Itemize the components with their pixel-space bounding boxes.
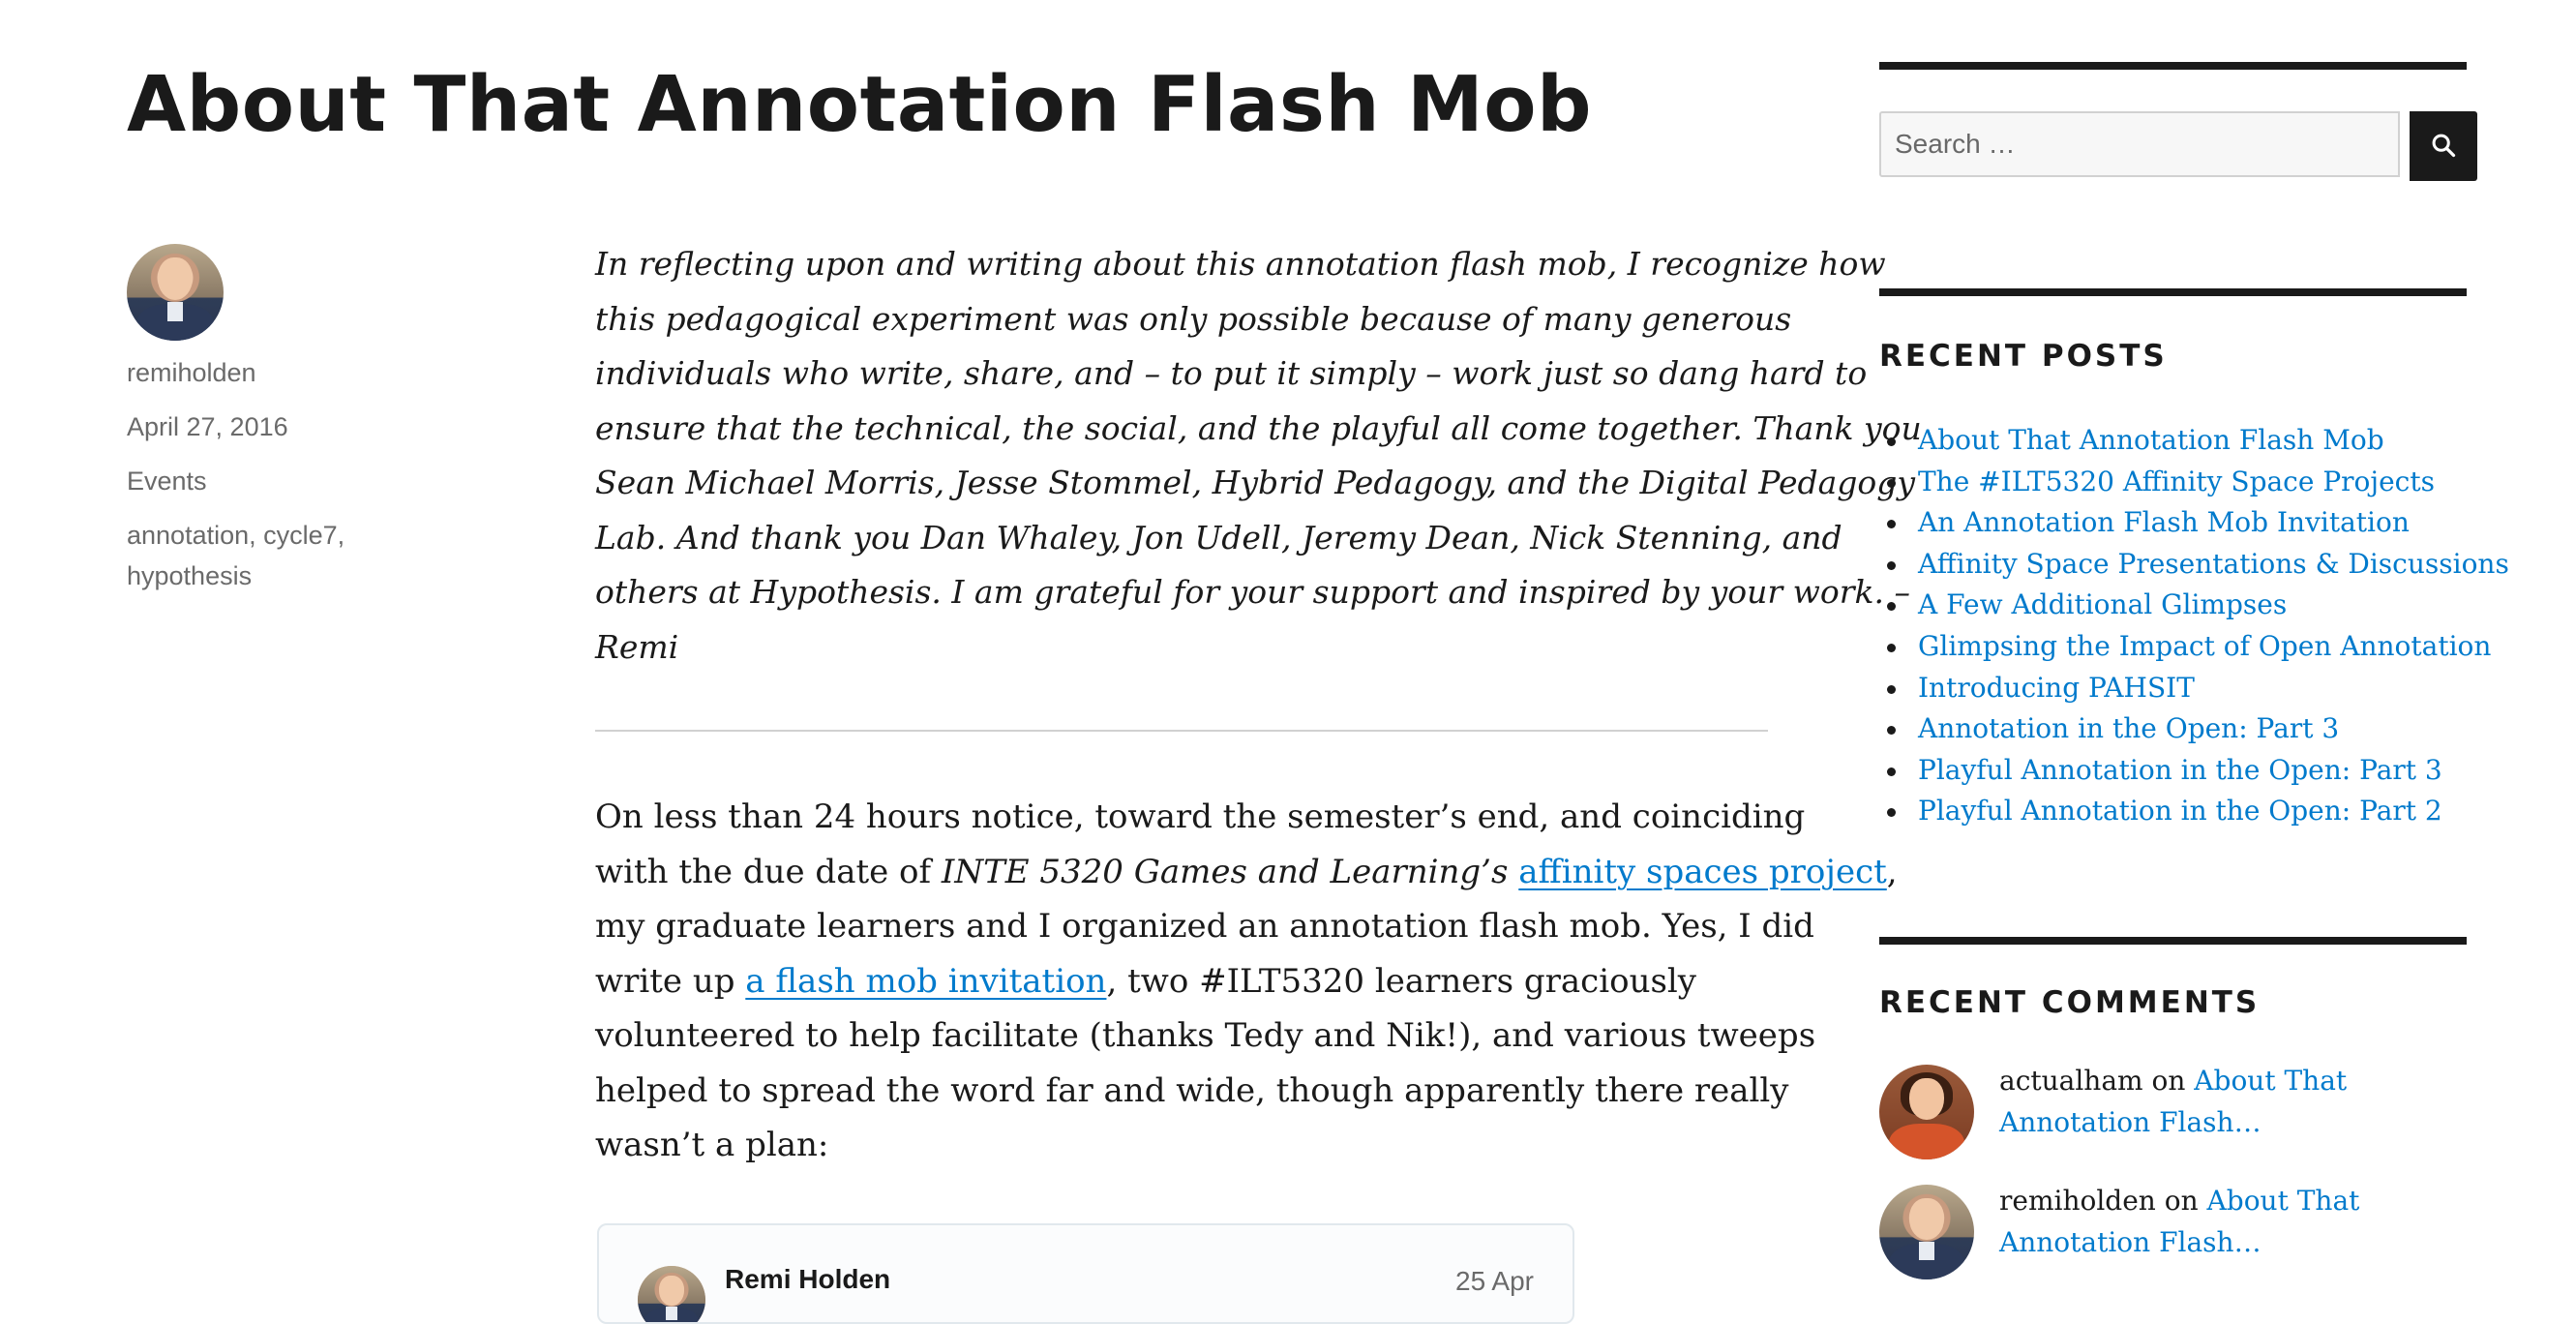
search-input[interactable]	[1879, 111, 2400, 177]
recent-post-item: Glimpsing the Impact of Open Annotation	[1887, 626, 2509, 668]
post-date-link[interactable]: April 27, 2016	[127, 412, 288, 442]
widget-divider	[1879, 62, 2467, 70]
body-text-fragment: with the due date of	[595, 852, 942, 891]
tweet-date[interactable]: 25 Apr	[1455, 1266, 1534, 1297]
widget-divider	[1879, 937, 2467, 945]
recent-posts-list: About That Annotation Flash Mob The #ILT…	[1879, 420, 2509, 832]
body-text-fragment	[1508, 853, 1518, 891]
comment-text: remiholden on About That Annotation Flas…	[1999, 1181, 2464, 1263]
recent-post-link[interactable]: About That Annotation Flash Mob	[1918, 424, 2384, 456]
widget-divider	[1879, 288, 2467, 296]
quote-line: Sean Michael Morris, Jesse Stommel, Hybr…	[595, 464, 1916, 501]
body-line: helped to spread the word far and wide, …	[595, 1070, 1789, 1110]
commenter-avatar	[1879, 1065, 1974, 1159]
recent-post-item: Playful Annotation in the Open: Part 3	[1887, 750, 2509, 792]
course-title: INTE 5320 Games and Learning’s	[941, 852, 1509, 891]
recent-post-link[interactable]: Glimpsing the Impact of Open Annotation	[1918, 630, 2491, 662]
tag-link[interactable]: cycle7	[263, 521, 338, 550]
body-line: write up a flash mob invitation, two #IL…	[595, 954, 1771, 1009]
search-icon	[2430, 132, 2457, 162]
recent-post-item: Introducing PAHSIT	[1887, 668, 2509, 709]
body-text-fragment: ,	[1886, 852, 1898, 891]
search-button[interactable]	[2410, 111, 2477, 181]
recent-post-item: A Few Additional Glimpses	[1887, 585, 2509, 626]
tweet-avatar[interactable]	[638, 1266, 705, 1322]
recent-post-item: About That Annotation Flash Mob	[1887, 420, 2509, 462]
recent-post-link[interactable]: Affinity Space Presentations & Discussio…	[1918, 548, 2509, 580]
recent-comments-title: RECENT COMMENTS	[1879, 985, 2261, 1020]
body-text-fragment: write up	[595, 961, 746, 1001]
recent-post-link[interactable]: Introducing PAHSIT	[1918, 672, 2195, 704]
post-title: About That Annotation Flash Mob	[127, 60, 1593, 149]
recent-post-link[interactable]: Playful Annotation in the Open: Part 2	[1918, 795, 2442, 827]
author-avatar[interactable]	[127, 244, 224, 341]
quote-line: In reflecting upon and writing about thi…	[595, 245, 1886, 283]
body-line: with the due date of INTE 5320 Games and…	[595, 845, 1898, 900]
post-body-paragraph: On less than 24 hours notice, toward the…	[595, 790, 1898, 1173]
comment-connector: on	[2142, 1065, 2195, 1097]
body-line: volunteered to help facilitate (thanks T…	[595, 1016, 1816, 1055]
quote-line: ensure that the technical, the social, a…	[595, 408, 1922, 447]
recent-post-link[interactable]: The #ILT5320 Affinity Space Projects	[1918, 466, 2435, 497]
recent-post-link[interactable]: Playful Annotation in the Open: Part 3	[1918, 754, 2442, 786]
quote-line: Lab. And thank you Dan Whaley, Jon Udell…	[595, 518, 1842, 557]
body-line: On less than 24 hours notice, toward the…	[595, 797, 1806, 836]
recent-post-item: Affinity Space Presentations & Discussio…	[1887, 544, 2509, 586]
affinity-spaces-project-link[interactable]: affinity spaces project	[1518, 853, 1887, 891]
recent-post-item: Playful Annotation in the Open: Part 2	[1887, 791, 2509, 832]
quote-line: this pedagogical experiment was only pos…	[595, 299, 1792, 338]
tag-link[interactable]: annotation	[127, 521, 249, 550]
recent-post-link[interactable]: Annotation in the Open: Part 3	[1918, 712, 2339, 744]
category-link[interactable]: Events	[127, 466, 207, 496]
search-form	[1879, 111, 2477, 181]
quote-line: others at Hypothesis. I am grateful for …	[595, 573, 1910, 611]
tweet-author-name[interactable]: Remi Holden	[725, 1264, 890, 1295]
comment-connector: on	[2155, 1185, 2207, 1217]
intro-quote: In reflecting upon and writing about thi…	[595, 237, 1922, 675]
body-text-fragment: , two #ILT5320 learners graciously	[1106, 961, 1696, 1001]
recent-post-link[interactable]: A Few Additional Glimpses	[1918, 588, 2287, 620]
comment-author-link[interactable]: actualham	[1999, 1065, 2143, 1097]
comment-author: remiholden	[1999, 1185, 2156, 1217]
recent-comment-item: remiholden on About That Annotation Flas…	[1879, 1181, 2470, 1279]
commenter-avatar	[1879, 1185, 1974, 1279]
tag-link[interactable]: hypothesis	[127, 561, 252, 591]
body-line: wasn’t a plan:	[595, 1126, 829, 1164]
comment-text: actualham on About That Annotation Flash…	[1999, 1061, 2464, 1143]
body-line: my graduate learners and I organized an …	[595, 907, 1814, 946]
flash-mob-invitation-link[interactable]: a flash mob invitation	[745, 962, 1106, 1001]
recent-post-item: An Annotation Flash Mob Invitation	[1887, 502, 2509, 544]
recent-post-link[interactable]: An Annotation Flash Mob Invitation	[1918, 506, 2410, 538]
quote-line: individuals who write, share, and – to p…	[595, 354, 1868, 392]
quote-line: Remi	[595, 627, 679, 666]
tweet-avatar-image	[638, 1266, 705, 1322]
recent-comment-item: actualham on About That Annotation Flash…	[1879, 1061, 2470, 1159]
section-divider	[595, 730, 1768, 732]
recent-posts-title: RECENT POSTS	[1879, 339, 2168, 374]
recent-post-item: Annotation in the Open: Part 3	[1887, 708, 2509, 750]
author-link[interactable]: remiholden	[127, 358, 256, 388]
embedded-tweet[interactable]: Remi Holden 25 Apr	[597, 1223, 1574, 1324]
tags-line: annotation, cycle7,	[127, 521, 345, 550]
recent-post-item: The #ILT5320 Affinity Space Projects	[1887, 462, 2509, 503]
